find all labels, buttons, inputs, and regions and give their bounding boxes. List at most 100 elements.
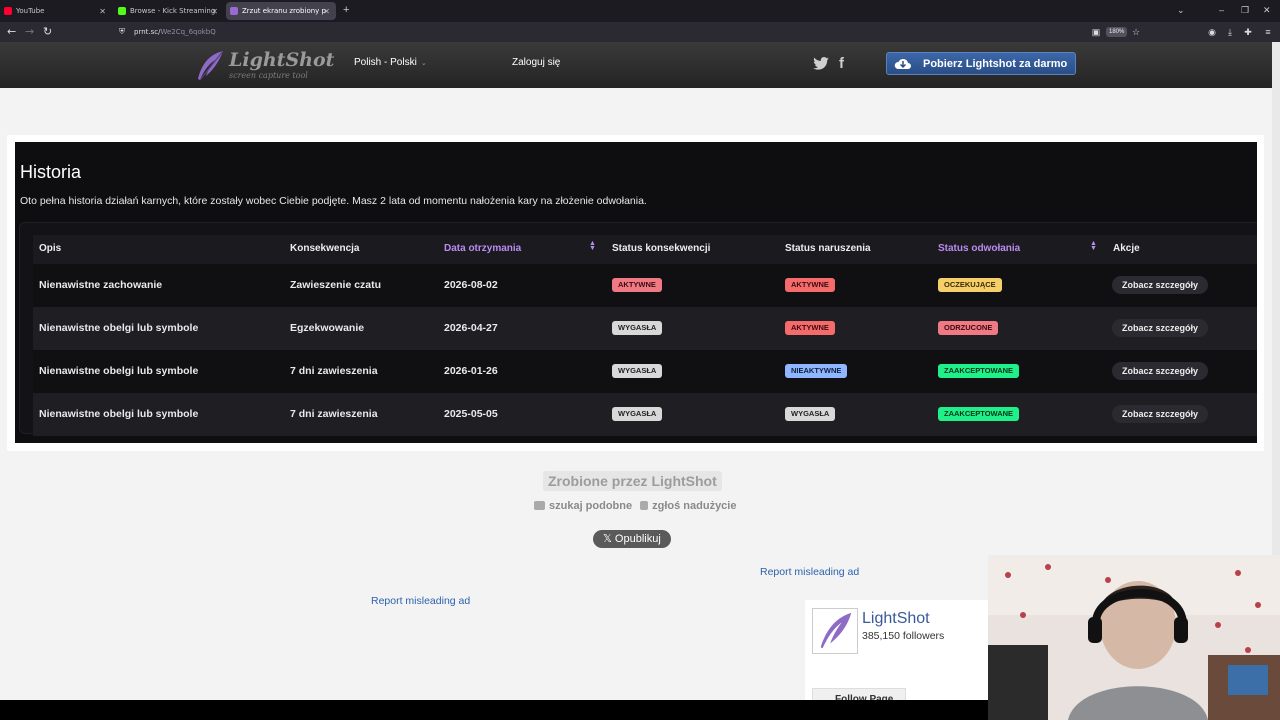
downloads-icon[interactable]: ⤓: [1225, 27, 1235, 37]
language-select[interactable]: Polish - Polski ⌄: [354, 57, 427, 68]
zoom-level[interactable]: 180%: [1106, 27, 1128, 37]
status-badge: AKTYWNE: [785, 278, 835, 292]
webcam-overlay: [988, 555, 1280, 720]
report-abuse-link[interactable]: zgłoś nadużycie: [652, 500, 736, 512]
table-row: Nienawistne obelgi lub symbole 7 dni zaw…: [33, 350, 1257, 393]
bottom-bar: [0, 700, 988, 720]
tab-title: Browse - Kick Streaming: [130, 7, 216, 15]
download-button-label: Pobierz Lightshot za darmo: [923, 58, 1068, 70]
tab-list-chevron-icon[interactable]: ⌄: [1177, 5, 1185, 16]
cell-consequence: 7 dni zawieszenia: [290, 365, 378, 377]
cell-date: 2026-01-26: [444, 365, 498, 377]
language-label: Polish - Polski: [354, 57, 417, 68]
lightshot-feather-icon[interactable]: [195, 50, 225, 82]
new-tab-icon[interactable]: +: [343, 4, 349, 16]
cell-consequence: Zawieszenie czatu: [290, 279, 382, 291]
cell-consequence: 7 dni zawieszenia: [290, 408, 378, 420]
close-tab-icon[interactable]: ✕: [323, 7, 330, 16]
table-row: Nienawistne zachowanie Zawieszenie czatu…: [33, 264, 1257, 307]
search-similar-link[interactable]: szukaj podobne: [549, 500, 632, 512]
address-bar: ← → ↻ ⛨ prnt.sc/We2Cq_6qokbQ ▣ 180% ☆ ◉ …: [0, 22, 1280, 42]
view-details-button[interactable]: Zobacz szczegóły: [1112, 319, 1209, 337]
url-host: prnt.sc/: [134, 28, 161, 36]
status-badge: NIEAKTYWNE: [785, 364, 848, 378]
status-badge: WYGASŁA: [612, 321, 663, 335]
column-header-date[interactable]: Data otrzymania: [444, 243, 521, 254]
camera-icon: [534, 501, 545, 510]
view-details-button[interactable]: Zobacz szczegóły: [1112, 276, 1209, 294]
browser-tab-bar: YouTube ✕ Browse - Kick Streaming ✕ Zrzu…: [0, 0, 1280, 22]
cell-description: Nienawistne obelgi lub symbole: [39, 408, 199, 420]
screenshot-image: Historia Oto pełna historia działań karn…: [15, 142, 1257, 443]
facebook-followers: 385,150 followers: [862, 630, 945, 642]
status-badge: AKTYWNE: [785, 321, 835, 335]
download-lightshot-button[interactable]: Pobierz Lightshot za darmo: [886, 52, 1076, 75]
tab-lightshot[interactable]: Zrzut ekranu zrobiony przez Li... ✕: [226, 2, 336, 20]
close-window-icon[interactable]: ✕: [1263, 5, 1271, 16]
report-icon: [640, 501, 649, 510]
chevron-down-icon: ⌄: [420, 60, 427, 67]
column-header: Status konsekwencji: [612, 243, 711, 254]
share-on-x-button[interactable]: 𝕏 Opublikuj: [593, 530, 671, 548]
twitter-icon[interactable]: [813, 57, 829, 70]
minimize-icon[interactable]: –: [1219, 5, 1224, 15]
status-badge: ZAAKCEPTOWANE: [938, 364, 1020, 378]
site-tagline: screen capture tool: [229, 71, 308, 80]
sort-icon[interactable]: ▲ ▼: [1090, 240, 1097, 252]
url-path: We2Cq_6qokbQ: [160, 28, 216, 36]
column-header: Opis: [39, 243, 62, 254]
security-shield-icon[interactable]: ⛨: [119, 27, 125, 37]
tab-kick[interactable]: Browse - Kick Streaming ✕: [114, 2, 224, 20]
cell-date: 2026-08-02: [444, 279, 498, 291]
feather-icon: [230, 7, 238, 15]
report-ad-link[interactable]: Report misleading ad: [371, 595, 470, 607]
image-actions: szukaj podobne zgłoś nadużycie: [534, 500, 736, 512]
report-ad-link[interactable]: Report misleading ad: [760, 566, 859, 578]
cell-date: 2025-05-05: [444, 408, 498, 420]
site-logo[interactable]: LightShot: [229, 49, 334, 71]
tab-title: Zrzut ekranu zrobiony przez Li...: [242, 7, 326, 15]
url-field[interactable]: prnt.sc/We2Cq_6qokbQ: [134, 28, 216, 36]
page-scrollbar[interactable]: [1272, 42, 1280, 555]
history-table: Opis Konsekwencja Data otrzymania ▲ ▼ Sta…: [19, 222, 1257, 436]
cell-description: Nienawistne obelgi lub symbole: [39, 365, 199, 377]
site-header: [0, 42, 1280, 88]
download-cloud-icon: [894, 58, 911, 69]
status-badge: ODRZUCONE: [938, 321, 999, 335]
extensions-icon[interactable]: ✚: [1243, 27, 1253, 37]
x-logo-icon: 𝕏: [603, 533, 615, 545]
status-badge: WYGASŁA: [612, 407, 663, 421]
back-icon[interactable]: ←: [7, 25, 16, 38]
history-description: Oto pełna historia działań karnych, któr…: [20, 195, 647, 207]
login-link[interactable]: Zaloguj się: [512, 57, 560, 68]
table-row: Nienawistne obelgi lub symbole 7 dni zaw…: [33, 393, 1257, 436]
kick-icon: [118, 7, 126, 15]
made-by-lightshot[interactable]: Zrobione przez LightShot: [543, 471, 722, 491]
view-details-button[interactable]: Zobacz szczegóły: [1112, 362, 1209, 380]
status-badge: WYGASŁA: [612, 364, 663, 378]
bookmark-star-icon[interactable]: ☆: [1131, 27, 1141, 37]
close-tab-icon[interactable]: ✕: [99, 7, 106, 16]
tab-youtube[interactable]: YouTube ✕: [0, 2, 112, 20]
maximize-icon[interactable]: ❐: [1241, 5, 1249, 16]
column-header-appeal-status[interactable]: Status odwołania: [938, 243, 1020, 254]
menu-icon[interactable]: ≡: [1263, 27, 1273, 37]
column-header: Status naruszenia: [785, 243, 871, 254]
reader-view-icon[interactable]: ▣: [1091, 27, 1101, 37]
facebook-page-name[interactable]: LightShot: [862, 610, 930, 628]
cell-date: 2026-04-27: [444, 322, 498, 334]
lightshot-page-thumbnail[interactable]: [812, 608, 858, 654]
view-details-button[interactable]: Zobacz szczegóły: [1112, 405, 1209, 423]
status-badge: AKTYWNE: [612, 278, 662, 292]
facebook-icon[interactable]: f: [839, 55, 844, 72]
cell-description: Nienawistne zachowanie: [39, 279, 163, 291]
account-icon[interactable]: ◉: [1207, 27, 1217, 37]
reload-icon[interactable]: ↻: [43, 25, 52, 38]
history-title: Historia: [20, 162, 82, 182]
forward-icon[interactable]: →: [25, 25, 34, 38]
close-tab-icon[interactable]: ✕: [211, 7, 218, 16]
status-badge: OCZEKUJĄCE: [938, 278, 1002, 292]
status-badge: ZAAKCEPTOWANE: [938, 407, 1020, 421]
sort-icon[interactable]: ▲ ▼: [589, 240, 596, 252]
tab-title: YouTube: [16, 7, 45, 15]
